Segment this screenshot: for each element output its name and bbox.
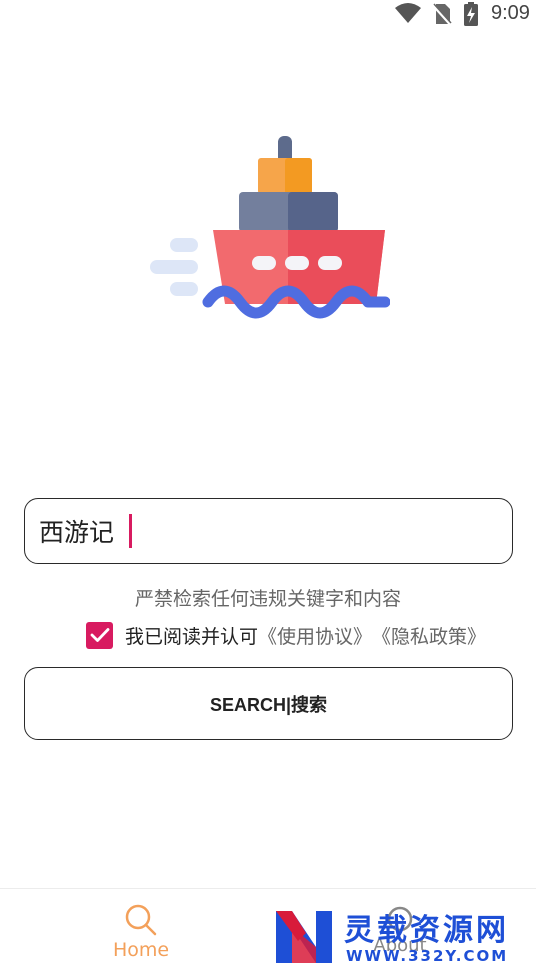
no-sim-icon (432, 3, 452, 25)
agreement-row: 我已阅读并认可 《使用协议》 《隐私政策》 (86, 620, 486, 650)
watermark-title: 灵载资源网 (344, 913, 509, 948)
status-bar: 9:09 (0, 0, 536, 28)
wifi-icon (395, 3, 421, 23)
checkmark-icon (90, 628, 109, 642)
terms-link[interactable]: 《使用协议》 (258, 622, 372, 649)
search-icon (125, 904, 157, 936)
content-notice: 严禁检索任何违规关键字和内容 (134, 588, 401, 610)
watermark: 灵载资源网 WWW.332Y.COM (270, 903, 530, 969)
search-button[interactable]: SEARCH|搜索 (24, 667, 513, 740)
watermark-logo (276, 911, 332, 963)
battery-charging-icon (464, 2, 478, 26)
nav-tab-home[interactable]: Home (96, 889, 186, 973)
agreement-checkbox[interactable] (86, 621, 113, 649)
status-time: 9:09 (491, 2, 530, 24)
ship-icon (150, 136, 390, 319)
search-box[interactable] (24, 498, 513, 564)
search-input[interactable] (39, 516, 129, 546)
agreement-text: 我已阅读并认可 (125, 625, 259, 648)
nav-home-label: Home (112, 939, 170, 961)
text-cursor (129, 514, 132, 548)
privacy-link[interactable]: 《隐私政策》 (372, 622, 486, 649)
watermark-url: WWW.332Y.COM (346, 947, 509, 965)
